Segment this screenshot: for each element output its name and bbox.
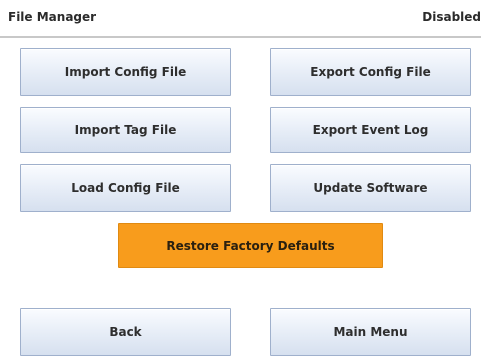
update-software-button[interactable]: Update Software bbox=[270, 164, 471, 212]
file-manager-screen: File Manager Disabled Import Config File… bbox=[0, 0, 481, 360]
back-button[interactable]: Back bbox=[20, 308, 231, 356]
main-menu-button[interactable]: Main Menu bbox=[270, 308, 471, 356]
status-label: Disabled bbox=[422, 10, 481, 24]
import-config-file-button[interactable]: Import Config File bbox=[20, 48, 231, 96]
restore-factory-defaults-button[interactable]: Restore Factory Defaults bbox=[118, 223, 383, 268]
export-config-file-button[interactable]: Export Config File bbox=[270, 48, 471, 96]
page-title: File Manager bbox=[8, 10, 97, 24]
header-bar: File Manager Disabled bbox=[0, 0, 481, 38]
load-config-file-button[interactable]: Load Config File bbox=[20, 164, 231, 212]
export-event-log-button[interactable]: Export Event Log bbox=[270, 107, 471, 153]
import-tag-file-button[interactable]: Import Tag File bbox=[20, 107, 231, 153]
